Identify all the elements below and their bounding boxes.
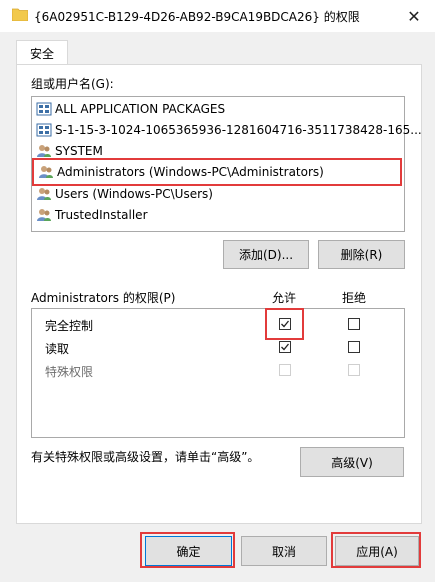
ok-button[interactable]: 确定	[145, 536, 232, 566]
advanced-hint: 有关特殊权限或高级设置，请单击“高级”。	[31, 450, 260, 464]
list-item-label: TrustedInstaller	[55, 207, 148, 222]
users-icon	[37, 144, 51, 157]
users-icon	[37, 187, 51, 200]
permissions-header: Administrators 的权限(P)	[31, 291, 176, 305]
full-control-allow-checkbox[interactable]	[279, 318, 291, 330]
tab-security[interactable]: 安全	[16, 40, 68, 65]
users-icon	[37, 208, 51, 221]
list-item-capability-sid[interactable]: S-1-15-3-1024-1065365936-1281604716-3511…	[36, 119, 422, 140]
list-item-users[interactable]: Users (Windows-PC\Users)	[36, 183, 213, 204]
apply-button[interactable]: 应用(A)	[335, 536, 419, 566]
users-icon	[39, 166, 53, 178]
special-allow-checkbox	[279, 364, 291, 376]
close-button[interactable]: ✕	[400, 3, 428, 29]
special-deny-checkbox	[348, 364, 360, 376]
list-item-label: Administrators (Windows-PC\Administrator…	[57, 165, 324, 179]
list-item-label: ALL APPLICATION PACKAGES	[55, 101, 226, 116]
cancel-button[interactable]: 取消	[241, 536, 327, 566]
groups-listbox[interactable]: ALL APPLICATION PACKAGES S-1-15-3-1024-1…	[31, 96, 422, 232]
read-allow-checkbox[interactable]	[279, 341, 291, 353]
read-deny-checkbox[interactable]	[348, 341, 360, 353]
advanced-button[interactable]: 高级(V)	[300, 447, 404, 477]
capability-icon	[36, 123, 52, 136]
remove-button[interactable]: 删除(R)	[318, 240, 405, 269]
perm-row-label-special: 特殊权限	[45, 365, 94, 379]
deny-column-header: 拒绝	[342, 291, 367, 305]
list-item-all-app-packages[interactable]: ALL APPLICATION PACKAGES	[36, 98, 225, 119]
add-button[interactable]: 添加(D)...	[223, 240, 309, 269]
list-item-trustedinstaller[interactable]: TrustedInstaller	[36, 204, 148, 225]
list-item-label: SYSTEM	[55, 143, 103, 158]
groups-label: 组或用户名(G):	[31, 77, 114, 91]
full-control-deny-checkbox[interactable]	[348, 318, 360, 330]
perm-row-label-read: 读取	[45, 342, 70, 356]
close-icon: ✕	[407, 6, 421, 26]
list-item-administrators[interactable]: Administrators (Windows-PC\Administrator…	[32, 158, 402, 186]
checkmark-icon	[281, 320, 290, 328]
perm-row-label-full-control: 完全控制	[45, 319, 94, 333]
checkmark-icon	[281, 343, 290, 351]
window-title: {6A02951C-B129-4D26-AB92-B9CA19BDCA26} 的…	[34, 10, 360, 24]
list-item-label: S-1-15-3-1024-1065365936-1281604716-3511…	[55, 122, 422, 137]
tab-security-label: 安全	[29, 46, 54, 61]
folder-icon	[12, 8, 28, 21]
allow-column-header: 允许	[272, 291, 297, 305]
package-icon	[36, 102, 52, 115]
list-item-label: Users (Windows-PC\Users)	[55, 186, 213, 201]
